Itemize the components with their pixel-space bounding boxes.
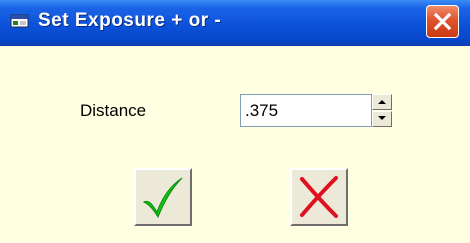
down-arrow-icon	[378, 116, 386, 120]
window-icon	[10, 13, 30, 29]
cancel-button[interactable]	[290, 168, 348, 226]
checkmark-icon	[142, 177, 183, 219]
distance-label: Distance	[80, 101, 147, 120]
cross-icon	[300, 176, 338, 218]
dialog-window: Set Exposure + or - Distance	[0, 0, 470, 243]
title-bar[interactable]: Set Exposure + or -	[0, 0, 470, 46]
distance-spinner	[372, 94, 392, 127]
window-title: Set Exposure + or -	[38, 10, 222, 31]
spin-up-button[interactable]	[372, 94, 392, 110]
close-button[interactable]	[426, 5, 459, 38]
spin-down-button[interactable]	[372, 111, 392, 127]
distance-input[interactable]	[240, 94, 372, 127]
ok-button[interactable]	[134, 168, 192, 226]
close-icon	[433, 12, 452, 31]
up-arrow-icon	[378, 100, 386, 104]
